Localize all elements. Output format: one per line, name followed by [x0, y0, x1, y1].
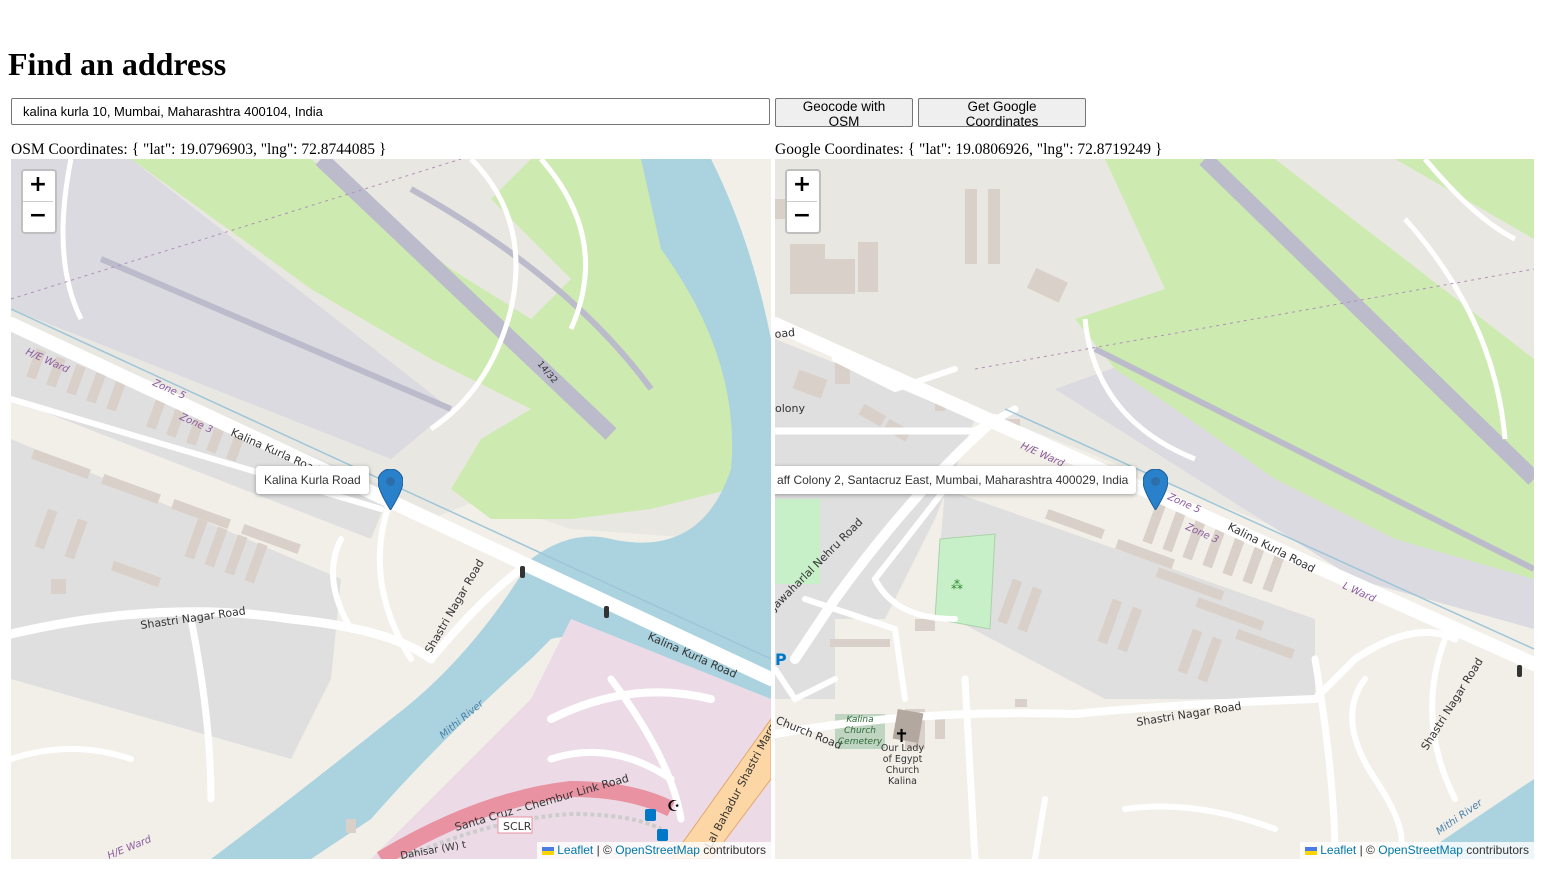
google-coordinates-value: { "lat": 19.0806926, "lng": 72.8719249 }: [907, 141, 1163, 158]
google-map[interactable]: Kalina Kurla Road Shastri Nagar Road Sha…: [775, 159, 1534, 859]
osm-marker-icon[interactable]: [378, 469, 403, 510]
google-marker-popup: aff Colony 2, Santacruz East, Mumbai, Ma…: [775, 466, 1137, 494]
google-leaflet-link[interactable]: Leaflet: [1320, 843, 1356, 857]
traffic-signal-icon: [520, 566, 525, 578]
ukraine-flag-icon: [542, 846, 555, 855]
playground-icon: ⁂: [951, 578, 963, 592]
google-label-oad: oad: [775, 326, 796, 341]
osm-openstreetmap-link[interactable]: OpenStreetMap: [615, 843, 700, 857]
parking-icon: P: [775, 650, 787, 669]
google-label-church: Our Lady of Egypt Church Kalina: [880, 743, 925, 787]
osm-coordinates-label: OSM Coordinates:: [11, 141, 128, 158]
osm-coordinates-value: { "lat": 19.0796903, "lng": 72.8744085 }: [131, 141, 387, 158]
osm-label-sclr: SCLR: [503, 820, 532, 833]
osm-zoom-control: + −: [21, 169, 57, 234]
osm-attribution-sep: | ©: [596, 843, 612, 857]
google-coordinates: Google Coordinates:{ "lat": 19.0806926, …: [775, 141, 1162, 159]
google-zoom-in-button[interactable]: +: [787, 171, 817, 201]
osm-leaflet-link[interactable]: Leaflet: [557, 843, 593, 857]
osm-attribution: Leaflet | © OpenStreetMap contributors: [537, 842, 771, 859]
osm-zoom-in-button[interactable]: +: [23, 171, 53, 201]
osm-coordinates: OSM Coordinates:{ "lat": 19.0796903, "ln…: [11, 141, 386, 159]
traffic-signal-icon: [1517, 665, 1522, 677]
church-icon: ✝: [894, 726, 909, 747]
osm-attribution-contributors: contributors: [703, 843, 766, 857]
geocode-osm-button[interactable]: Geocode with OSM: [775, 98, 913, 129]
address-input[interactable]: [11, 98, 770, 125]
osm-marker-popup: Kalina Kurla Road: [256, 466, 369, 494]
google-openstreetmap-link[interactable]: OpenStreetMap: [1378, 843, 1463, 857]
google-attribution-sep: | ©: [1359, 843, 1375, 857]
google-zoom-control: + −: [785, 169, 821, 234]
osm-map[interactable]: Kalina Kurla Road Kalina Kurla Road Shas…: [11, 159, 771, 859]
google-marker-icon[interactable]: [1143, 469, 1168, 510]
mosque-icon: ☪: [667, 797, 680, 815]
get-google-coordinates-button[interactable]: Get Google Coordinates: [918, 98, 1086, 129]
ukraine-flag-icon: [1305, 846, 1318, 855]
google-attribution: Leaflet | © OpenStreetMap contributors: [1300, 842, 1534, 859]
fuel-station-icon: [645, 809, 656, 821]
google-label-church-wrap: Our Lady of Egypt Church Kalina: [880, 743, 925, 787]
google-attribution-contributors: contributors: [1466, 843, 1529, 857]
osm-zoom-out-button[interactable]: −: [23, 201, 53, 232]
google-zoom-out-button[interactable]: −: [787, 201, 817, 232]
traffic-signal-icon: [604, 606, 609, 618]
google-label-colony: olony: [775, 402, 805, 415]
page-title: Find an address: [8, 46, 227, 82]
fuel-station-icon: [657, 829, 668, 841]
google-coordinates-label: Google Coordinates:: [775, 141, 904, 158]
